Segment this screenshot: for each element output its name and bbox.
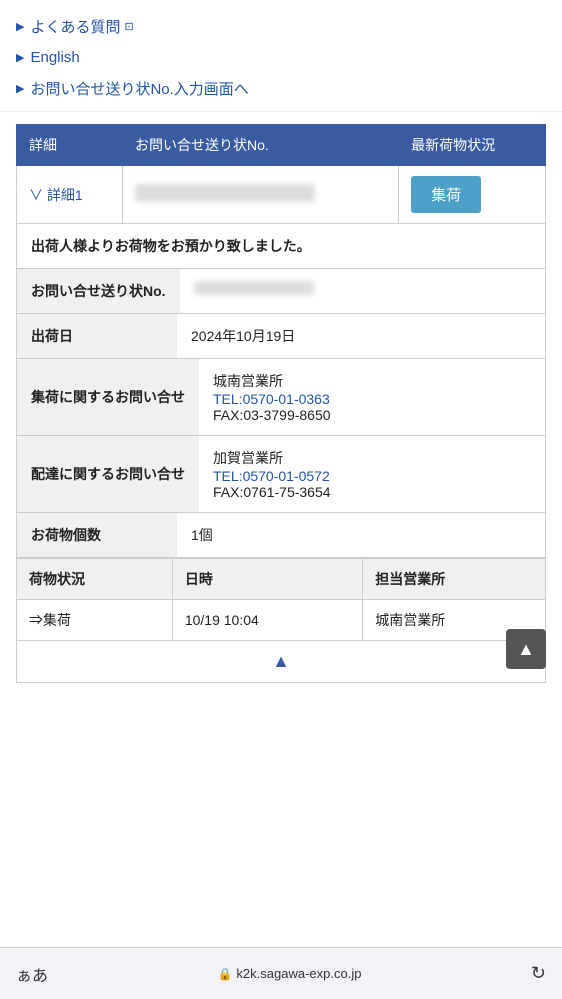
aa-text: ぁあ — [16, 962, 48, 986]
pickup-tel[interactable]: TEL:0570-01-0363 — [213, 391, 531, 407]
info-section: 出荷人様よりお荷物をお預かり致しました。 お問い合せ送り状No. 出荷日 202… — [16, 224, 546, 558]
arrow-icon: ▶ — [16, 20, 24, 33]
nav-label-english: English — [30, 49, 79, 66]
detail-expand-cell[interactable]: ∨ 詳細1 — [17, 166, 123, 224]
tracking-table: 詳細 お問い合せ送り状No. 最新荷物状況 ∨ 詳細1 — [16, 124, 546, 224]
status-badge: 集荷 — [411, 176, 481, 213]
delivery-office: 加賀営業所 — [213, 448, 531, 468]
nav-item-faq[interactable]: ▶ よくある質問 ⊡ — [16, 10, 546, 43]
nav-label-faq: よくある質問 — [30, 16, 120, 37]
tracking-number — [135, 184, 315, 202]
lock-icon: 🔒 — [217, 967, 232, 981]
browser-bar: ぁあ 🔒 k2k.sagawa-exp.co.jp ↻ — [0, 947, 562, 999]
info-message: 出荷人様よりお荷物をお預かり致しました。 — [17, 224, 545, 269]
info-row-delivery-contact: 配達に関するお問い合せ 加賀営業所 TEL:0570-01-0572 FAX:0… — [17, 436, 545, 513]
label-pickup-contact: 集荷に関するお問い合せ — [17, 359, 199, 435]
pickup-fax: FAX:03-3799-8650 — [213, 407, 531, 423]
status-col-header: 荷物状況 — [17, 559, 173, 600]
delivery-tel-link[interactable]: TEL:0570-01-0572 — [213, 468, 330, 484]
col-header-status: 最新荷物状況 — [399, 125, 546, 166]
col-header-detail: 詳細 — [17, 125, 123, 166]
pickup-tel-link[interactable]: TEL:0570-01-0363 — [213, 391, 330, 407]
url-text: k2k.sagawa-exp.co.jp — [236, 966, 361, 981]
arrow-icon-en: ▶ — [16, 51, 24, 64]
nav-item-tracking-input[interactable]: ▶ お問い合せ送り状No.入力画面へ — [16, 72, 546, 105]
nav-item-english[interactable]: ▶ English — [16, 43, 546, 72]
value-pickup-contact: 城南営業所 TEL:0570-01-0363 FAX:03-3799-8650 — [199, 359, 545, 435]
collapse-row[interactable]: ▲ — [16, 641, 546, 683]
status-row: ⇒集荷 10/19 10:04 城南営業所 — [17, 600, 546, 641]
status-cell: 集荷 — [399, 166, 546, 224]
label-package-count: お荷物個数 — [17, 513, 177, 557]
value-shipdate: 2024年10月19日 — [177, 314, 545, 358]
status-value: ⇒集荷 — [17, 600, 173, 641]
info-row-package-count: お荷物個数 1個 — [17, 513, 545, 557]
collapse-button[interactable]: ▲ — [272, 651, 290, 672]
datetime-col-header: 日時 — [172, 559, 362, 600]
info-row-tracking-no: お問い合せ送り状No. — [17, 269, 545, 314]
tracking-number-cell — [123, 166, 399, 224]
top-nav: ▶ よくある質問 ⊡ ▶ English ▶ お問い合せ送り状No.入力画面へ — [0, 0, 562, 112]
value-delivery-contact: 加賀営業所 TEL:0570-01-0572 FAX:0761-75-3654 — [199, 436, 545, 512]
table-row: ∨ 詳細1 集荷 — [17, 166, 546, 224]
status-history-table: 荷物状況 日時 担当営業所 ⇒集荷 10/19 10:04 城南営業所 — [16, 558, 546, 641]
scroll-top-button[interactable]: ▲ — [506, 629, 546, 669]
url-bar: 🔒 k2k.sagawa-exp.co.jp — [217, 966, 361, 981]
blurred-tracking-no — [194, 281, 314, 295]
info-row-pickup-contact: 集荷に関するお問い合せ 城南営業所 TEL:0570-01-0363 FAX:0… — [17, 359, 545, 436]
delivery-tel[interactable]: TEL:0570-01-0572 — [213, 468, 531, 484]
delivery-fax: FAX:0761-75-3654 — [213, 484, 531, 500]
label-delivery-contact: 配達に関するお問い合せ — [17, 436, 199, 512]
pickup-office: 城南営業所 — [213, 371, 531, 391]
label-shipdate: 出荷日 — [17, 314, 177, 358]
label-tracking-no: お問い合せ送り状No. — [17, 269, 180, 313]
nav-label-tracking: お問い合せ送り状No.入力画面へ — [30, 78, 248, 99]
value-package-count: 1個 — [177, 513, 545, 557]
detail-expand-label: ∨ 詳細1 — [29, 187, 83, 203]
ext-icon-faq: ⊡ — [124, 20, 133, 33]
col-header-tracking-no: お問い合せ送り状No. — [123, 125, 399, 166]
info-row-shipdate: 出荷日 2024年10月19日 — [17, 314, 545, 359]
office-col-header: 担当営業所 — [363, 559, 546, 600]
reload-button[interactable]: ↻ — [531, 963, 546, 984]
main-content: 詳細 お問い合せ送り状No. 最新荷物状況 ∨ 詳細1 — [0, 112, 562, 699]
value-tracking-no — [180, 269, 545, 313]
arrow-icon-track: ▶ — [16, 82, 24, 95]
datetime-value: 10/19 10:04 — [172, 600, 362, 641]
